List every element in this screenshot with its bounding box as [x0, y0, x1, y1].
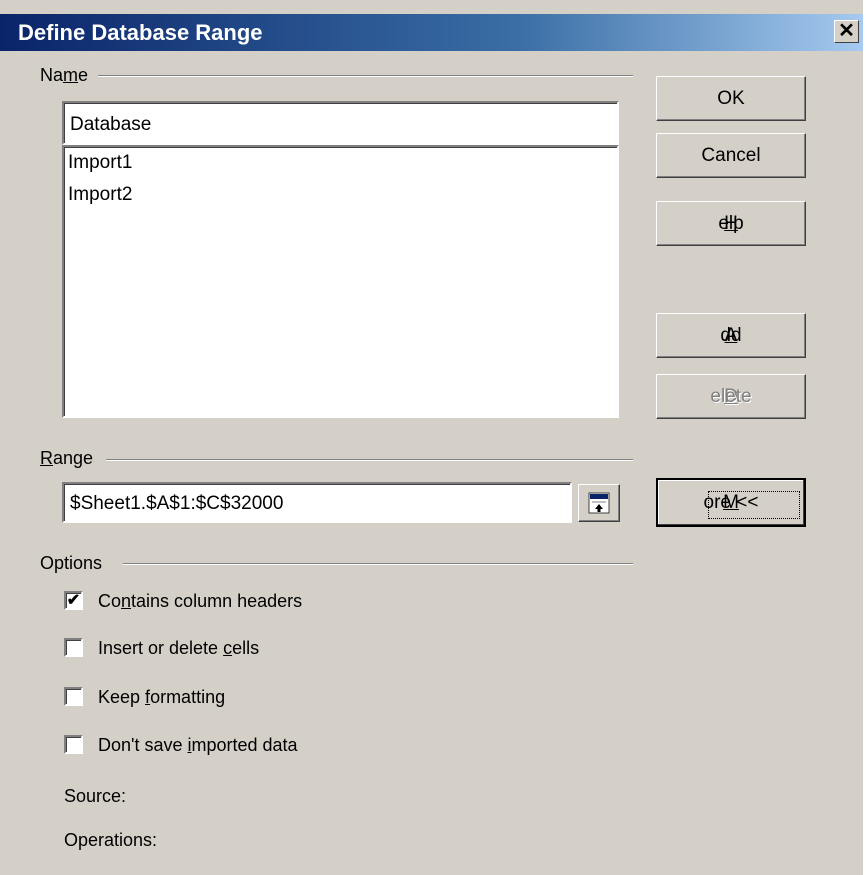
dont-save-imported-data-label[interactable]: Don't save imported data [98, 735, 298, 756]
source-label: Source: [64, 786, 127, 806]
range-label: Range [40, 448, 94, 468]
close-button[interactable]: ✕ [834, 20, 859, 43]
ok-button[interactable]: OK [656, 76, 806, 121]
title-bar[interactable]: Define Database Range ✕ [0, 14, 863, 51]
name-input-value: Database [70, 114, 152, 135]
close-icon: ✕ [838, 20, 855, 42]
delete-button-label: Delete [710, 385, 752, 407]
range-separator [106, 459, 633, 461]
name-input[interactable]: Database [62, 101, 619, 145]
more-button-label: More << [703, 491, 759, 513]
cancel-button[interactable]: Cancel [656, 133, 806, 178]
range-input[interactable]: $Sheet1.$A$1:$C$32000 [62, 482, 572, 523]
range-input-value: $Sheet1.$A$1:$C$32000 [70, 493, 284, 514]
insert-or-delete-cells-label[interactable]: Insert or delete cells [98, 638, 259, 659]
contains-column-headers-checkbox[interactable]: ✔ [64, 591, 83, 610]
ok-button-label: OK [717, 87, 745, 109]
add-button-label: Add [720, 324, 742, 346]
name-label: Name [40, 65, 89, 85]
shrink-button[interactable] [578, 484, 620, 522]
delete-button[interactable]: Delete [656, 374, 806, 419]
insert-or-delete-cells-checkbox[interactable] [64, 638, 83, 657]
keep-formatting-label[interactable]: Keep formatting [98, 687, 225, 708]
shrink-icon [588, 492, 610, 514]
dont-save-imported-data-checkbox[interactable] [64, 735, 83, 754]
options-label: Options [40, 553, 103, 573]
help-button[interactable]: Help [656, 201, 806, 246]
help-button-label: Help [718, 212, 744, 234]
cancel-button-label: Cancel [701, 144, 761, 166]
contains-column-headers-label[interactable]: Contains column headers [98, 591, 302, 612]
add-button[interactable]: Add [656, 313, 806, 358]
list-item[interactable]: Import1 [68, 152, 132, 174]
keep-formatting-checkbox[interactable] [64, 687, 83, 706]
database-range-list[interactable]: Import1 Import2 [62, 145, 619, 418]
list-item[interactable]: Import2 [68, 184, 132, 206]
operations-label: Operations: [64, 830, 158, 850]
name-separator [98, 75, 633, 77]
check-icon: ✔ [66, 592, 81, 609]
more-button[interactable]: More << [656, 478, 806, 527]
dialog-title: Define Database Range [18, 20, 263, 45]
define-database-range-dialog: Define Database Range ✕ Name Database Im… [0, 0, 863, 875]
options-separator [123, 563, 633, 565]
